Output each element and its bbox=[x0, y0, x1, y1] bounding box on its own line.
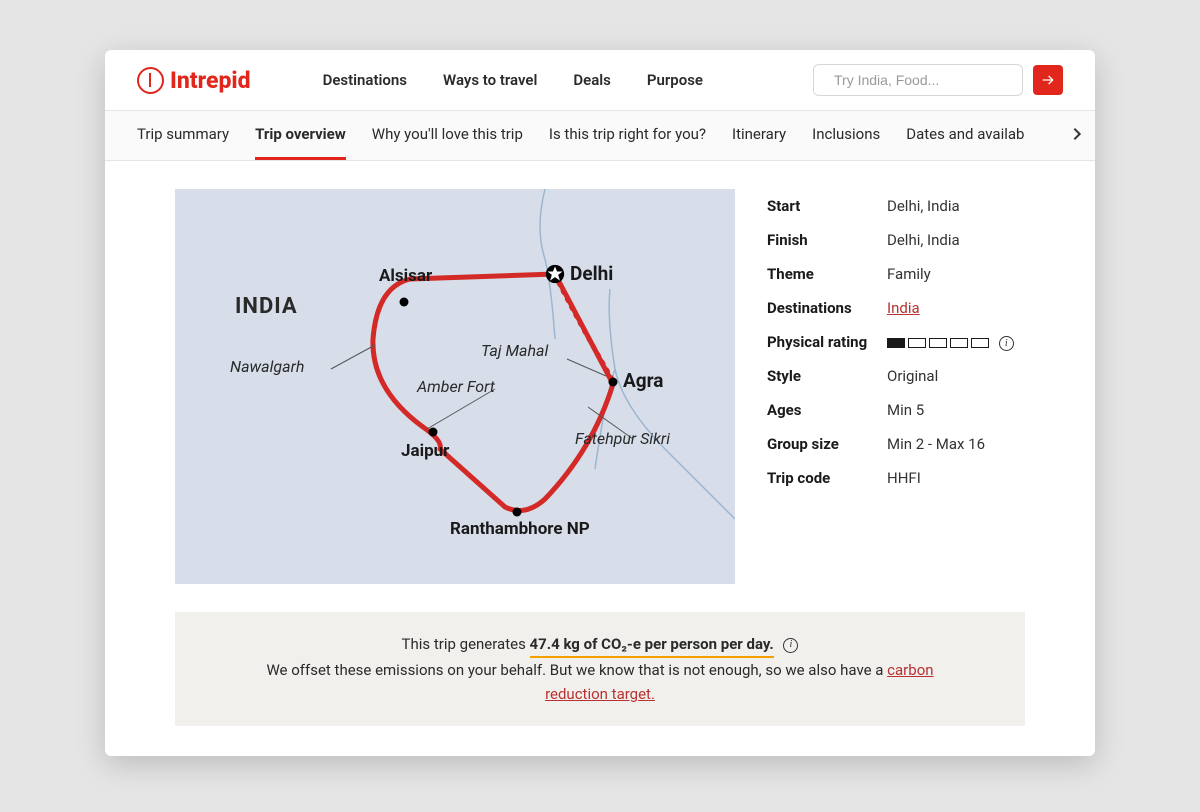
detail-style: Style Original bbox=[767, 359, 1025, 393]
tab-why-love[interactable]: Why you'll love this trip bbox=[372, 125, 523, 160]
carbon-offset-text: We offset these emissions on your behalf… bbox=[266, 661, 887, 679]
physical-rating-bar bbox=[887, 338, 989, 348]
detail-trip-code: Trip code HHFI bbox=[767, 461, 1025, 495]
search-input[interactable] bbox=[834, 72, 1015, 88]
detail-theme: Theme Family bbox=[767, 257, 1025, 291]
map-point-agra bbox=[609, 378, 618, 387]
top-nav: Intrepid Destinations Ways to travel Dea… bbox=[105, 50, 1095, 111]
map-star-delhi bbox=[545, 264, 565, 284]
map-label-nawalgarh: Nawalgarh bbox=[230, 357, 304, 376]
arrow-right-icon bbox=[1040, 72, 1056, 88]
map-label-alsisar: Alsisar bbox=[379, 266, 432, 286]
map-label-fatehpur-sikri: Fatehpur Sikri bbox=[575, 429, 670, 448]
info-icon[interactable]: i bbox=[999, 336, 1014, 351]
tab-trip-overview[interactable]: Trip overview bbox=[255, 125, 346, 160]
carbon-notice: This trip generates 47.4 kg of CO₂-e per… bbox=[175, 612, 1025, 726]
map-label-taj-mahal: Taj Mahal bbox=[481, 341, 548, 360]
tab-dates[interactable]: Dates and availab bbox=[906, 125, 1024, 160]
map-point-ranthambhore bbox=[513, 508, 522, 517]
tab-itinerary[interactable]: Itinerary bbox=[732, 125, 786, 160]
trip-map: INDIA Delhi Alsisar Agra Jaipur Ranthamb… bbox=[175, 189, 735, 584]
map-label-agra: Agra bbox=[623, 369, 663, 392]
detail-ages: Ages Min 5 bbox=[767, 393, 1025, 427]
chevron-right-icon bbox=[1069, 126, 1085, 142]
search-submit-button[interactable] bbox=[1033, 65, 1063, 95]
main-nav: Destinations Ways to travel Deals Purpos… bbox=[323, 71, 703, 89]
trip-details: Start Delhi, India Finish Delhi, India T… bbox=[767, 189, 1025, 495]
map-label-amber-fort: Amber Fort bbox=[417, 377, 495, 396]
map-label-jaipur: Jaipur bbox=[401, 441, 449, 461]
map-label-ranthambhore: Ranthambhore NP bbox=[450, 519, 590, 539]
search-box[interactable] bbox=[813, 64, 1023, 96]
map-country-label: INDIA bbox=[235, 294, 298, 319]
brand-logo[interactable]: Intrepid bbox=[137, 67, 251, 94]
tabs-scroll-right[interactable] bbox=[1069, 126, 1085, 146]
map-point-alsisar bbox=[400, 298, 409, 307]
detail-start: Start Delhi, India bbox=[767, 189, 1025, 223]
carbon-highlight: 47.4 kg of CO₂-e per person per day. bbox=[530, 632, 774, 658]
search-area bbox=[813, 64, 1063, 96]
overview-content: INDIA Delhi Alsisar Agra Jaipur Ranthamb… bbox=[105, 161, 1095, 756]
destination-link[interactable]: India bbox=[887, 299, 920, 317]
detail-physical-rating: Physical rating i bbox=[767, 325, 1025, 359]
tab-inclusions[interactable]: Inclusions bbox=[812, 125, 880, 160]
detail-group-size: Group size Min 2 - Max 16 bbox=[767, 427, 1025, 461]
tab-trip-summary[interactable]: Trip summary bbox=[137, 125, 229, 160]
carbon-prefix: This trip generates bbox=[402, 635, 530, 653]
map-point-jaipur bbox=[429, 428, 438, 437]
page-frame: Intrepid Destinations Ways to travel Dea… bbox=[105, 50, 1095, 756]
nav-purpose[interactable]: Purpose bbox=[647, 71, 703, 89]
detail-destinations: Destinations India bbox=[767, 291, 1025, 325]
trip-tabs: Trip summary Trip overview Why you'll lo… bbox=[105, 111, 1095, 160]
map-label-delhi: Delhi bbox=[570, 262, 613, 285]
logo-icon bbox=[137, 67, 164, 94]
detail-finish: Finish Delhi, India bbox=[767, 223, 1025, 257]
info-icon[interactable]: i bbox=[783, 638, 798, 653]
brand-name: Intrepid bbox=[170, 67, 251, 94]
nav-deals[interactable]: Deals bbox=[573, 71, 611, 89]
tab-right-for-you[interactable]: Is this trip right for you? bbox=[549, 125, 706, 160]
nav-ways-to-travel[interactable]: Ways to travel bbox=[443, 71, 537, 89]
trip-tabs-wrapper: Trip summary Trip overview Why you'll lo… bbox=[105, 111, 1095, 161]
nav-destinations[interactable]: Destinations bbox=[323, 71, 407, 89]
